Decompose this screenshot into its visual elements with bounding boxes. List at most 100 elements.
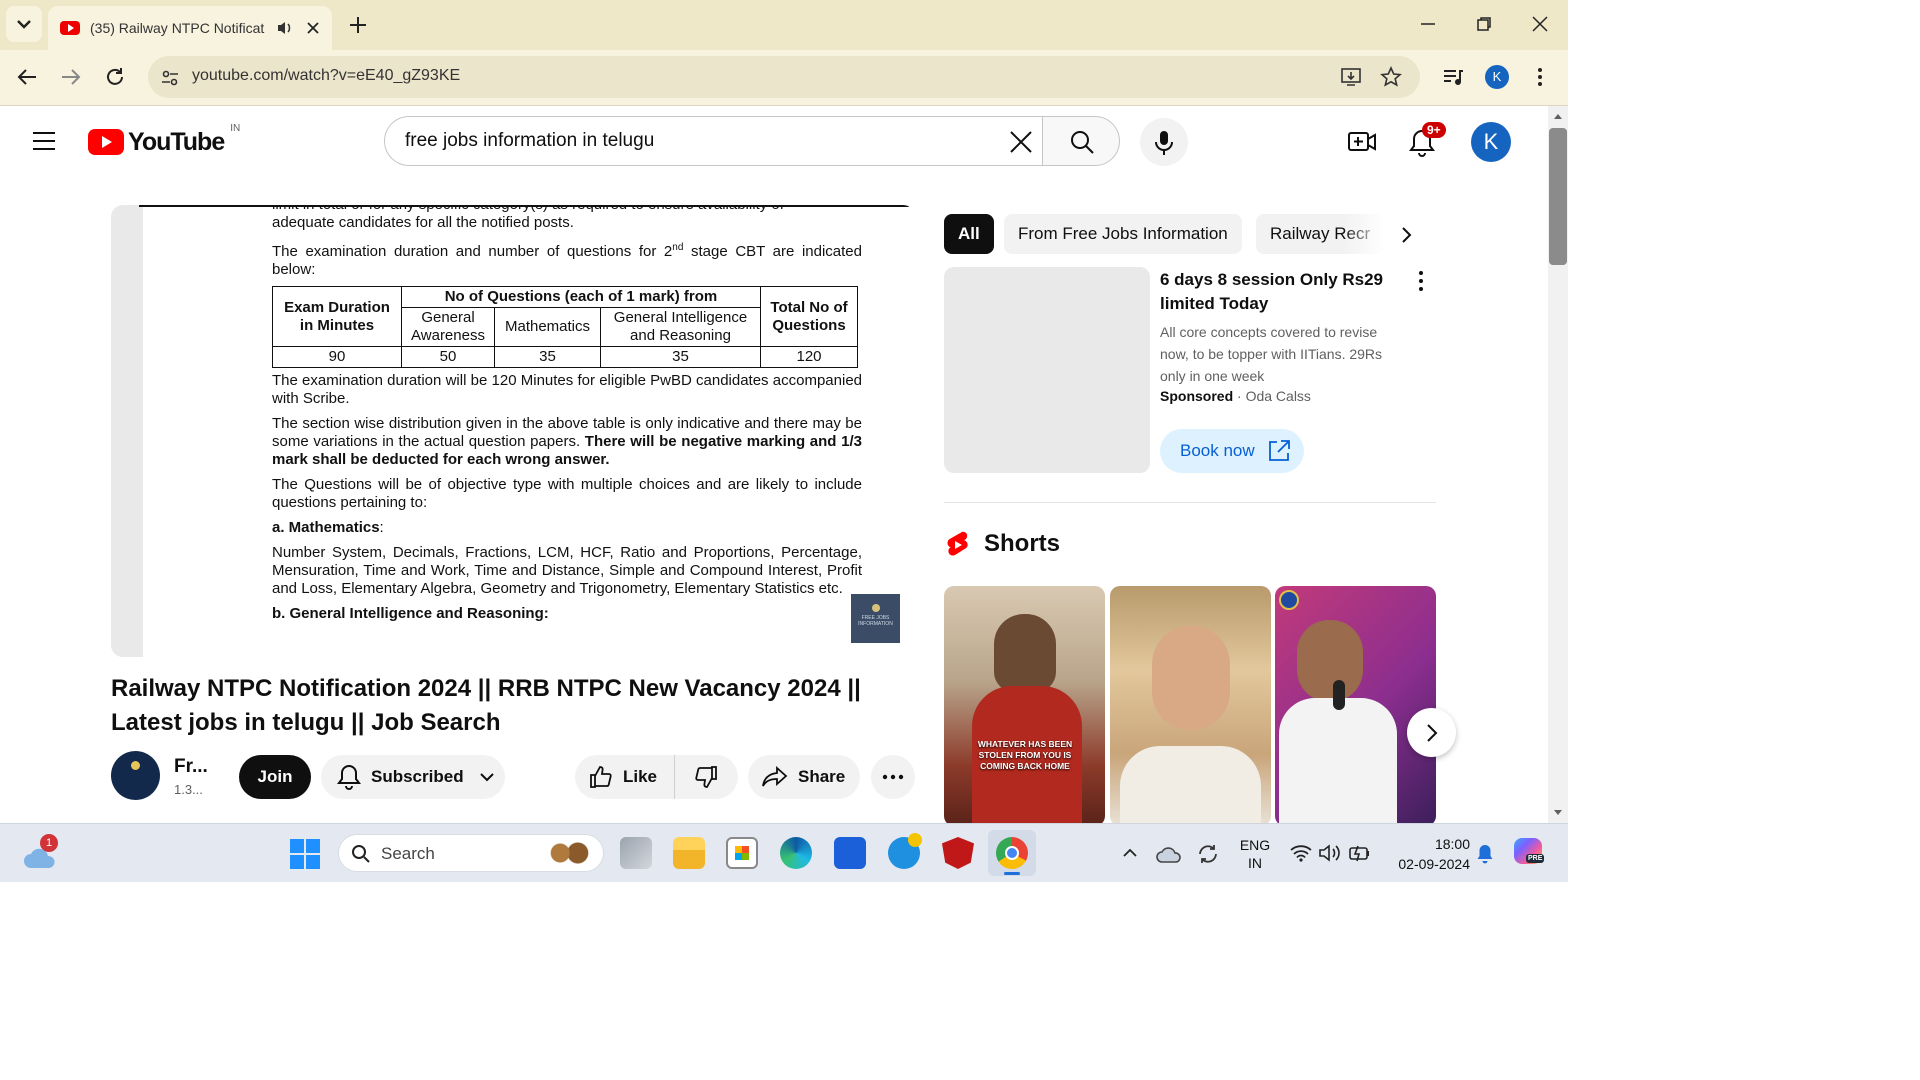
search-box[interactable]: free jobs information in telugu (384, 116, 1042, 166)
short-thumbnail-3[interactable] (1275, 586, 1436, 826)
table-subheader-ga: General Awareness (401, 307, 495, 347)
channel-name[interactable]: Fr... (174, 756, 208, 778)
share-button[interactable]: Share (748, 755, 860, 799)
speaker-icon[interactable] (276, 19, 294, 37)
account-avatar[interactable]: K (1471, 122, 1511, 162)
subscribed-button[interactable]: Subscribed (321, 755, 505, 799)
onedrive-icon[interactable] (1156, 844, 1182, 864)
join-button[interactable]: Join (239, 755, 311, 799)
doc-heading-math: a. Mathematics: (272, 519, 862, 537)
language-indicator[interactable]: ENG IN (1238, 836, 1272, 872)
table-header-group: No of Questions (each of 1 mark) from (401, 286, 761, 308)
site-info-icon[interactable] (160, 68, 180, 88)
wifi-icon[interactable] (1290, 844, 1312, 862)
restore-icon[interactable] (1476, 16, 1492, 32)
browser-tab-active[interactable]: (35) Railway NTPC Notificat (48, 6, 332, 50)
edge-browser-icon[interactable] (780, 837, 812, 869)
doc-paragraph-1: adequate candidates for all the notified… (272, 214, 574, 231)
subscribed-label: Subscribed (371, 767, 464, 786)
ad-menu-icon[interactable] (1416, 270, 1426, 292)
table-subheader-gi: General Intelligence and Reasoning (600, 307, 761, 347)
exam-table: Exam Duration in Minutes No of Questions… (272, 286, 858, 368)
watermark-logo-icon (871, 604, 880, 612)
ad-thumbnail[interactable] (944, 267, 1150, 473)
help-app-icon[interactable] (888, 833, 922, 869)
short-thumbnail-2[interactable] (1110, 586, 1271, 826)
clear-search-icon[interactable] (1009, 130, 1033, 154)
close-tab-icon[interactable] (306, 21, 320, 35)
search-icon (352, 845, 370, 863)
battery-icon[interactable] (1348, 843, 1372, 863)
weather-widget[interactable]: 1 (22, 834, 58, 872)
show-hidden-icons-icon[interactable] (1122, 846, 1138, 858)
youtube-logo[interactable]: YouTube IN (88, 123, 240, 158)
create-video-icon[interactable] (1348, 130, 1376, 154)
short-3-badge-icon (1279, 590, 1299, 610)
doc-paragraph-4: The section wise distribution given in t… (272, 415, 862, 469)
doc-heading-math-colon: : (379, 519, 384, 536)
reload-icon[interactable] (104, 66, 126, 88)
close-window-icon[interactable] (1532, 16, 1548, 32)
scrollbar-thumb[interactable] (1549, 128, 1567, 265)
short-3-shirt (1279, 698, 1397, 826)
notifications-button[interactable]: 9+ (1406, 122, 1446, 158)
doc-paragraph-3: The examination duration will be 120 Min… (272, 372, 862, 407)
book-now-label: Book now (1180, 441, 1255, 460)
sponsored-label: Sponsored (1160, 388, 1234, 404)
clock[interactable]: 18:00 02-09-2024 (1386, 834, 1470, 874)
back-icon[interactable] (16, 66, 38, 88)
sponsor-separator: · (1233, 388, 1246, 404)
channel-avatar[interactable] (111, 751, 160, 800)
chips-fade (1344, 214, 1404, 254)
new-tab-icon[interactable] (348, 15, 368, 35)
chip-all[interactable]: All (944, 214, 994, 254)
scroll-down-arrow-icon[interactable] (1553, 809, 1563, 817)
search-button[interactable] (1042, 116, 1120, 166)
bookmark-star-icon[interactable] (1380, 66, 1402, 88)
short-2-face (1152, 626, 1230, 730)
search-input[interactable]: free jobs information in telugu (405, 130, 654, 152)
install-app-icon[interactable] (1340, 66, 1362, 88)
media-controls-icon[interactable] (1442, 66, 1464, 88)
short-thumbnail-1[interactable]: WHATEVER HAS BEEN STOLEN FROM YOU IS COM… (944, 586, 1105, 826)
scroll-up-arrow-icon[interactable] (1553, 112, 1563, 120)
microsoft-store-icon[interactable] (726, 837, 758, 869)
chevron-right-icon[interactable] (1398, 226, 1414, 244)
file-explorer-icon[interactable] (673, 837, 705, 869)
hamburger-menu-icon[interactable] (32, 130, 56, 152)
document-frame: limit in total or for any specific categ… (272, 205, 862, 630)
minimize-icon[interactable] (1420, 16, 1436, 32)
channel-watermark[interactable]: FREE JOBS INFORMATION (851, 594, 900, 643)
forward-icon[interactable] (60, 66, 82, 88)
volume-icon[interactable] (1318, 843, 1342, 863)
chrome-active-indicator (1004, 872, 1020, 875)
taskbar-search[interactable]: Search (338, 834, 604, 872)
windows-start-button[interactable] (290, 839, 320, 869)
like-button[interactable]: Like (575, 755, 675, 799)
chip-from-channel[interactable]: From Free Jobs Information (1004, 214, 1242, 254)
mcafee-icon[interactable] (942, 837, 974, 869)
copilot-button[interactable]: PRE (1514, 838, 1546, 868)
shorts-next-button[interactable] (1407, 708, 1456, 757)
windows-logo-icon (290, 839, 320, 869)
chrome-taskbar-button[interactable] (988, 830, 1036, 876)
ad-title[interactable]: 6 days 8 session Only Rs29 limited Today (1160, 268, 1400, 316)
hp-app-icon[interactable] (834, 837, 866, 869)
like-dislike-group: Like (575, 755, 738, 799)
voice-search-button[interactable] (1140, 118, 1188, 166)
dislike-button[interactable] (675, 755, 737, 799)
help-badge-icon (908, 833, 922, 847)
browser-profile-avatar[interactable]: K (1485, 65, 1509, 89)
sync-icon[interactable] (1196, 842, 1220, 866)
more-actions-button[interactable] (871, 755, 915, 799)
browser-tab-strip: (35) Railway NTPC Notificat (0, 0, 1568, 50)
table-cell: 120 (760, 346, 858, 368)
video-player[interactable]: limit in total or for any specific categ… (111, 205, 915, 657)
task-view-icon[interactable] (620, 837, 652, 869)
book-now-button[interactable]: Book now (1160, 429, 1304, 473)
notification-bell-icon[interactable] (1476, 843, 1494, 865)
tab-search-button[interactable] (6, 6, 42, 42)
address-bar[interactable]: youtube.com/watch?v=eE40_gZ93KE (148, 56, 1420, 98)
browser-menu-icon[interactable] (1532, 66, 1548, 88)
url-text: youtube.com/watch?v=eE40_gZ93KE (192, 67, 461, 84)
